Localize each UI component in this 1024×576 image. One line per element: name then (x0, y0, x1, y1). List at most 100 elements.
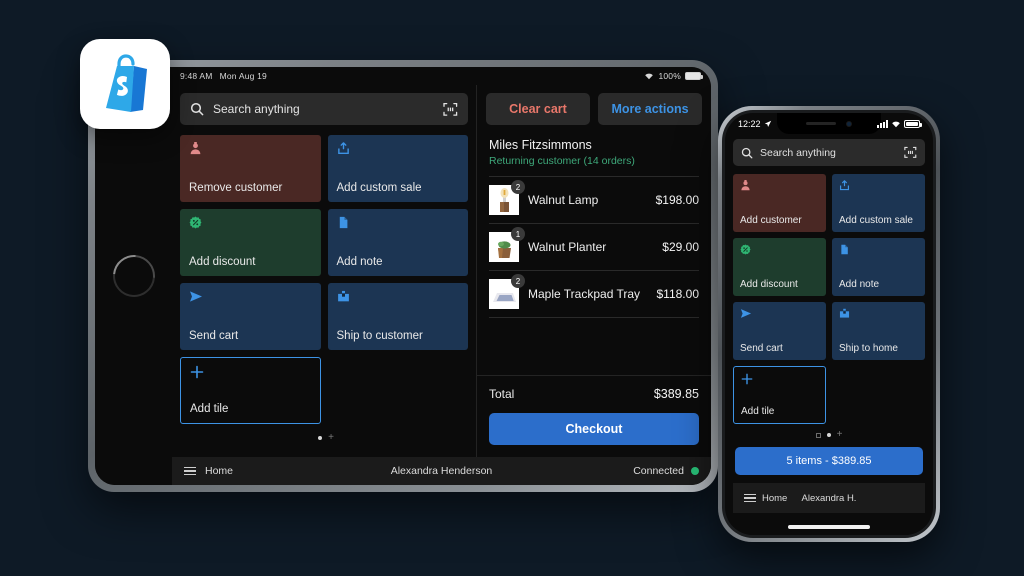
wifi-icon (891, 120, 901, 128)
tile-add-tile[interactable]: Add tile (180, 357, 321, 424)
tile-add-tile[interactable]: Add tile (733, 366, 826, 424)
maple-trackpad-tray-thumbnail: 2 (489, 274, 525, 309)
cart-line-item[interactable]: 1 Walnut Planter $29.00 (486, 224, 702, 270)
search-input[interactable]: Search anything (733, 139, 925, 166)
shipping-box-icon (839, 308, 918, 322)
search-input[interactable]: Search anything (180, 93, 468, 125)
phone-content: Search anything Add customer Add custom … (725, 135, 933, 519)
cart-line-item[interactable]: 2 Walnut Lamp $198.00 (486, 177, 702, 223)
item-quantity-badge: 2 (511, 274, 525, 288)
divider (489, 317, 699, 318)
tile-add-customer[interactable]: Add customer (733, 174, 826, 232)
upload-box-icon (337, 142, 460, 158)
send-arrow-icon (740, 308, 819, 322)
screenshot-stage: 9:48 AM Mon Aug 19 100% Search anything … (0, 0, 1024, 576)
battery-icon (904, 120, 922, 128)
phone-status-time: 12:22 (738, 119, 761, 129)
tile-ship-to-home[interactable]: Ship to home (832, 302, 925, 360)
phone-status-bar: 12:22 (725, 113, 933, 135)
home-nav-button[interactable]: Home (184, 465, 233, 477)
tile-add-discount[interactable]: Add discount (733, 238, 826, 296)
tile-add-custom-sale[interactable]: Add custom sale (327, 135, 468, 202)
tablet-status-date: Mon Aug 19 (219, 71, 267, 81)
tile-label: Add customer (740, 215, 802, 226)
battery-icon (685, 72, 703, 80)
cart-summary-button[interactable]: 5 items - $389.85 (735, 447, 923, 475)
tile-send-cart[interactable]: Send cart (180, 283, 321, 350)
cart-total-row: Total $389.85 (489, 387, 699, 401)
search-placeholder-text: Search anything (760, 146, 836, 159)
plus-icon (741, 373, 818, 387)
search-icon (190, 102, 204, 116)
tablet-left-rail (95, 67, 173, 485)
item-name: Maple Trackpad Tray (528, 287, 641, 301)
page-dot-active[interactable] (318, 436, 323, 440)
phone-page-indicator[interactable]: + (733, 424, 925, 447)
note-page-icon (337, 216, 460, 232)
phone-screen: 12:22 Search anything Add customer Add c… (725, 113, 933, 535)
search-placeholder-text: Search anything (213, 102, 300, 116)
customer-name: Miles Fitzsimmons (489, 138, 592, 152)
tile-label: Add note (336, 256, 383, 269)
tablet-tiles-panel: Search anything Remove customer Add cust… (172, 85, 477, 457)
tile-label: Add discount (189, 256, 256, 269)
page-dot-active[interactable] (826, 433, 831, 437)
add-page-icon[interactable]: + (328, 433, 334, 443)
search-icon (741, 147, 753, 159)
tile-add-discount[interactable]: Add discount (180, 209, 321, 276)
tablet-status-bar: 9:48 AM Mon Aug 19 100% (172, 67, 711, 85)
tile-send-cart[interactable]: Send cart (733, 302, 826, 360)
clear-cart-button[interactable]: Clear cart (486, 93, 590, 125)
item-name: Walnut Planter (528, 240, 607, 254)
cellular-bars-icon (877, 120, 888, 128)
tile-ship-to-customer[interactable]: Ship to customer (327, 283, 468, 350)
cart-customer-block[interactable]: Miles Fitzsimmons Returning customer (14… (486, 125, 702, 176)
cart-line-item[interactable]: 2 Maple Trackpad Tray $118.00 (486, 271, 702, 317)
more-actions-button[interactable]: More actions (598, 93, 702, 125)
walnut-planter-thumbnail: 1 (489, 227, 525, 262)
customer-icon (189, 142, 312, 158)
tile-remove-customer[interactable]: Remove customer (180, 135, 321, 202)
tile-label: Send cart (740, 343, 783, 354)
send-arrow-icon (189, 290, 312, 306)
shopify-bag-logo (106, 54, 147, 112)
walnut-lamp-thumbnail: 2 (489, 180, 525, 215)
phone-home-indicator[interactable] (725, 519, 933, 535)
shopify-logo-card (80, 39, 170, 129)
phone-tile-grid: Add customer Add custom sale Add discoun… (733, 174, 925, 424)
tablet-main-body: Search anything Remove customer Add cust… (172, 85, 711, 457)
tile-add-note[interactable]: Add note (327, 209, 468, 276)
hamburger-menu-icon[interactable] (184, 466, 196, 476)
tablet-page-indicator[interactable]: + (184, 424, 468, 443)
tile-add-custom-sale[interactable]: Add custom sale (832, 174, 925, 232)
item-price: $198.00 (655, 193, 699, 207)
status-badge: Connected (633, 465, 684, 477)
cart-top-section: Clear cart More actions Miles Fitzsimmon… (477, 85, 711, 375)
connection-status[interactable]: Connected (633, 465, 699, 477)
staff-name: Alexandra Henderson (390, 465, 493, 477)
tile-label: Send cart (189, 330, 239, 343)
add-page-icon[interactable]: + (837, 430, 843, 440)
checkout-button[interactable]: Checkout (489, 413, 699, 445)
tablet-cart-panel: Clear cart More actions Miles Fitzsimmon… (477, 85, 711, 457)
item-price: $29.00 (662, 240, 699, 254)
tablet-battery-percent: 100% (658, 71, 681, 81)
shipping-box-icon (337, 290, 460, 306)
home-label: Home (205, 465, 234, 477)
phone-bezel-inner: 12:22 Search anything Add customer Add c… (722, 110, 936, 538)
discount-tag-icon (740, 244, 819, 258)
barcode-scan-icon[interactable] (904, 146, 917, 159)
tablet-tile-grid: Remove customer Add custom sale Add disc… (180, 135, 468, 424)
barcode-scan-icon[interactable] (443, 102, 458, 117)
connection-dot-icon (691, 467, 699, 475)
item-quantity-badge: 2 (511, 180, 525, 194)
loading-spinner-icon (103, 246, 164, 306)
tile-label: Remove customer (189, 182, 283, 195)
home-page-icon[interactable] (815, 432, 821, 438)
upload-box-icon (839, 180, 918, 194)
cart-footer: Total $389.85 Checkout (477, 375, 711, 457)
location-arrow-icon (764, 120, 772, 128)
tile-add-note[interactable]: Add note (832, 238, 925, 296)
tile-label: Add tile (741, 406, 775, 417)
customer-icon (740, 180, 819, 194)
